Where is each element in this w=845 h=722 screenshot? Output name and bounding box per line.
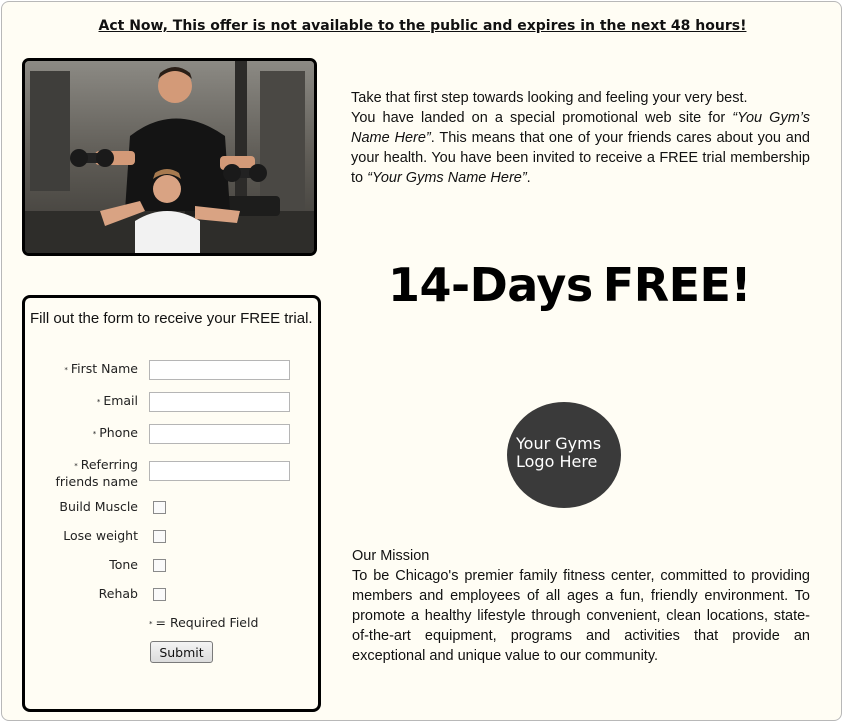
first-name-label-text: First Name — [70, 361, 138, 376]
offer-days: 14-Days — [388, 258, 593, 312]
mission-title: Our Mission — [352, 548, 430, 564]
intro-part-c: . — [526, 170, 531, 186]
required-field-note: * = Required Field — [149, 615, 258, 630]
tone-checkbox[interactable] — [153, 559, 166, 572]
intro-paragraph: You have landed on a special promotional… — [351, 108, 810, 188]
phone-label: * Phone — [93, 425, 138, 442]
intro-first-step: Take that first step towards looking and… — [351, 90, 748, 106]
required-marker: * — [74, 461, 78, 470]
gym-logo-placeholder: Your Gyms Logo Here — [507, 402, 621, 508]
mission-text: To be Chicago's premier family fitness c… — [352, 568, 810, 664]
referring-label-line-2: friends name — [55, 473, 139, 489]
rehab-label: Rehab — [98, 586, 138, 601]
phone-label-text: Phone — [99, 425, 138, 440]
intro-part-a: You have landed on a special promotional… — [351, 110, 733, 126]
email-input[interactable] — [149, 392, 290, 412]
build-muscle-label: Build Muscle — [59, 499, 138, 514]
phone-input[interactable] — [149, 424, 290, 444]
required-marker: * — [96, 397, 101, 406]
referring-friend-input[interactable] — [149, 461, 290, 481]
gym-trainer-image — [25, 61, 314, 253]
promo-page: Act Now, This offer is not available to … — [1, 1, 842, 721]
trial-signup-form: Fill out the form to receive your FREE t… — [22, 295, 321, 712]
free-offer-banner: 14-Days FREE! — [388, 258, 751, 312]
form-title: Fill out the form to receive your FREE t… — [30, 310, 313, 327]
trainer-photo — [22, 58, 317, 256]
referring-label-line-1: Referring — [80, 457, 138, 472]
build-muscle-checkbox[interactable] — [153, 501, 166, 514]
first-name-input[interactable] — [149, 360, 290, 380]
logo-line-2: Logo Here — [516, 452, 598, 471]
offer-free: FREE! — [602, 258, 752, 312]
tone-label: Tone — [109, 557, 138, 572]
referring-friend-label: * Referring friends name — [56, 457, 139, 490]
mission-section: Our Mission To be Chicago's premier fami… — [352, 546, 810, 666]
required-marker: * — [64, 365, 68, 374]
submit-button[interactable]: Submit — [150, 641, 213, 663]
gym-name-placeholder-2: “Your Gyms Name Here” — [367, 170, 527, 186]
required-note-text: = Required Field — [155, 615, 259, 630]
lose-weight-checkbox[interactable] — [153, 530, 166, 543]
email-label: * Email — [97, 393, 138, 410]
offer-headline: Act Now, This offer is not available to … — [98, 18, 747, 34]
email-label-text: Email — [103, 393, 138, 408]
first-name-label: * First Name — [64, 361, 138, 378]
rehab-checkbox[interactable] — [153, 588, 166, 601]
intro-text: Take that first step towards looking and… — [351, 88, 810, 188]
required-marker: * — [149, 619, 153, 628]
required-marker: * — [92, 429, 97, 438]
lose-weight-label: Lose weight — [63, 528, 138, 543]
logo-line-1: Your Gyms — [516, 434, 602, 453]
